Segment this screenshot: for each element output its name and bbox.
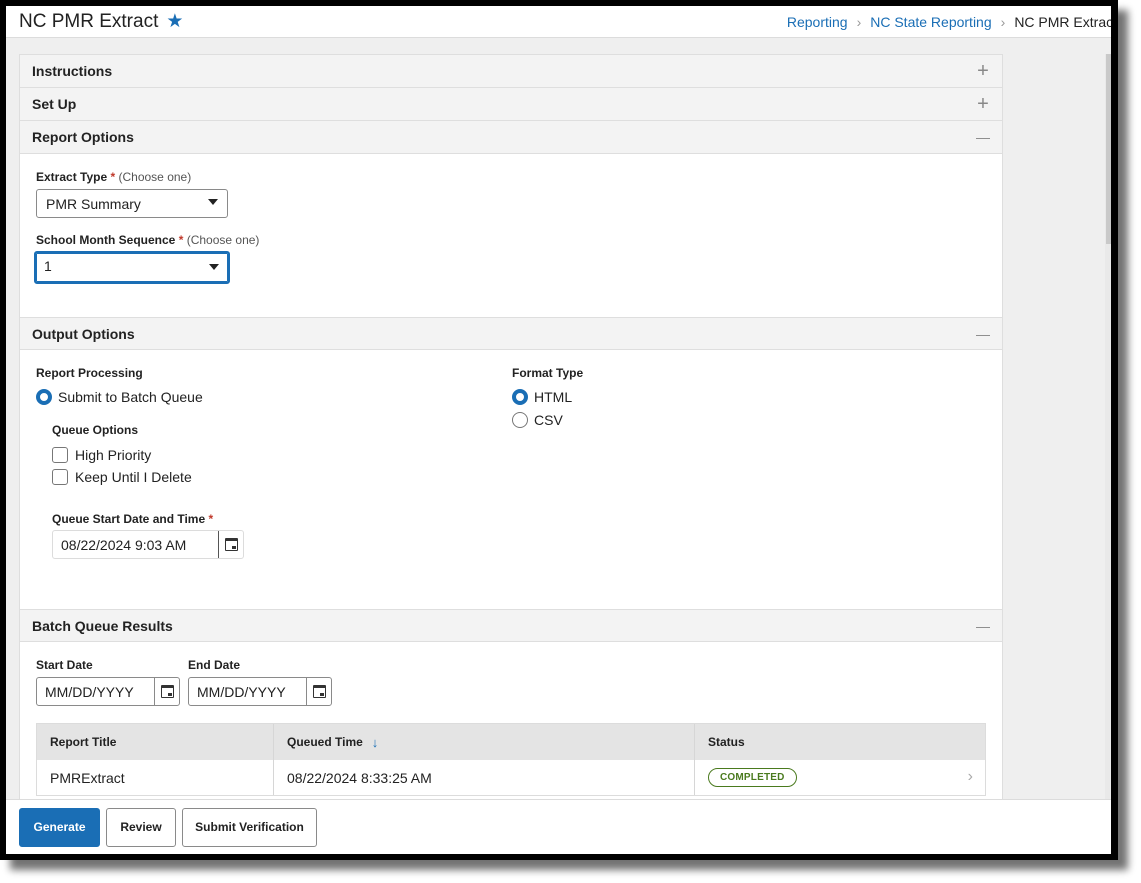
expand-icon[interactable]: + [976, 94, 990, 114]
report-panel: Instructions + Set Up + Report Options —… [19, 54, 1003, 814]
radio-unselected-icon [512, 412, 528, 428]
checkbox-icon [52, 469, 68, 485]
submit-batch-queue-radio[interactable]: Submit to Batch Queue [36, 389, 203, 405]
collapse-icon[interactable]: — [976, 619, 990, 633]
generate-button[interactable]: Generate [19, 807, 100, 847]
report-title-cell: PMRExtract [37, 760, 274, 795]
school-month-label: School Month Sequence * (Choose one) [36, 233, 260, 247]
expand-icon[interactable]: + [976, 61, 990, 81]
breadcrumb: Reporting › NC State Reporting › NC PMR Extr… [787, 14, 1111, 30]
radio-selected-icon [512, 389, 528, 405]
calendar-icon [312, 685, 326, 698]
calendar-button[interactable] [154, 678, 179, 705]
queue-start-datetime-input[interactable]: 08/22/2024 9:03 AM [52, 530, 244, 559]
star-icon[interactable]: ★ [166, 12, 183, 31]
scrollbar-thumb[interactable] [1106, 54, 1111, 244]
queue-start-label: Queue Start Date and Time * [52, 512, 214, 526]
queue-options-label: Queue Options [52, 423, 139, 437]
section-instructions[interactable]: Instructions + [20, 55, 1002, 88]
calendar-icon [160, 685, 174, 698]
column-header-report-title[interactable]: Report Title [37, 724, 274, 760]
output-options-body: Report Processing Submit to Batch Queue … [20, 350, 1002, 609]
caret-down-icon [209, 264, 219, 270]
section-title: Report Options [32, 129, 134, 145]
status-cell: COMPLETED › [695, 760, 985, 795]
end-date-input[interactable]: MM/DD/YYYY [188, 677, 332, 706]
section-title: Output Options [32, 325, 135, 342]
format-type-label: Format Type [512, 366, 584, 380]
breadcrumb-nc-state-reporting[interactable]: NC State Reporting [870, 14, 991, 30]
report-processing-label: Report Processing [36, 366, 143, 380]
section-batch-queue-results[interactable]: Batch Queue Results — [20, 609, 1002, 642]
page-header: NC PMR Extract ★ Reporting › NC State Repo… [6, 6, 1111, 38]
scrollbar[interactable] [1105, 54, 1111, 854]
extract-type-select[interactable]: PMR Summary [36, 189, 228, 218]
checkbox-icon [52, 447, 68, 463]
column-header-queued-time[interactable]: Queued Time ↓ [274, 724, 695, 760]
breadcrumb-current: NC PMR Extract [1014, 14, 1111, 30]
start-date-input[interactable]: MM/DD/YYYY [36, 677, 180, 706]
batch-queue-table: Report Title Queued Time ↓ Status PMRExt… [36, 723, 986, 796]
high-priority-checkbox[interactable]: High Priority [52, 447, 151, 463]
submit-verification-button[interactable]: Submit Verification [182, 807, 317, 847]
review-button[interactable]: Review [106, 807, 176, 847]
calendar-button[interactable] [218, 531, 243, 558]
table-header: Report Title Queued Time ↓ Status [37, 724, 985, 760]
status-badge: COMPLETED [708, 768, 797, 787]
caret-down-icon [208, 199, 218, 205]
section-title: Batch Queue Results [32, 617, 173, 634]
chevron-right-icon[interactable]: › [968, 768, 973, 786]
action-bar: Generate Review Submit Verification [6, 799, 1111, 854]
section-setup[interactable]: Set Up + [20, 88, 1002, 121]
report-options-body: Extract Type * (Choose one) PMR Summary … [20, 154, 1002, 317]
breadcrumb-reporting[interactable]: Reporting [787, 14, 848, 30]
chevron-right-icon: › [1000, 14, 1006, 30]
collapse-icon[interactable]: — [976, 327, 990, 341]
radio-selected-icon [36, 389, 52, 405]
page-title: NC PMR Extract [19, 10, 159, 32]
calendar-button[interactable] [306, 678, 331, 705]
window-frame: NC PMR Extract ★ Reporting › NC State Repo… [0, 0, 1118, 860]
section-report-options[interactable]: Report Options — [20, 121, 1002, 154]
app-window: NC PMR Extract ★ Reporting › NC State Repo… [6, 6, 1111, 854]
section-title: Set Up [32, 96, 77, 112]
chevron-right-icon: › [856, 14, 862, 30]
extract-type-label: Extract Type * (Choose one) [36, 170, 192, 184]
format-csv-radio[interactable]: CSV [512, 412, 563, 428]
queued-time-cell: 08/22/2024 8:33:25 AM [274, 760, 695, 795]
end-date-label: End Date [188, 658, 241, 672]
calendar-icon [224, 538, 238, 551]
table-row[interactable]: PMRExtract 08/22/2024 8:33:25 AM COMPLET… [37, 760, 985, 796]
start-date-label: Start Date [36, 658, 93, 672]
section-output-options[interactable]: Output Options — [20, 317, 1002, 350]
keep-until-delete-checkbox[interactable]: Keep Until I Delete [52, 469, 192, 485]
section-title: Instructions [32, 63, 113, 79]
column-header-status[interactable]: Status [695, 724, 985, 760]
format-html-radio[interactable]: HTML [512, 389, 572, 405]
school-month-select[interactable]: 1 [34, 251, 230, 284]
collapse-icon[interactable]: — [976, 130, 990, 144]
sort-descending-icon: ↓ [371, 734, 379, 750]
